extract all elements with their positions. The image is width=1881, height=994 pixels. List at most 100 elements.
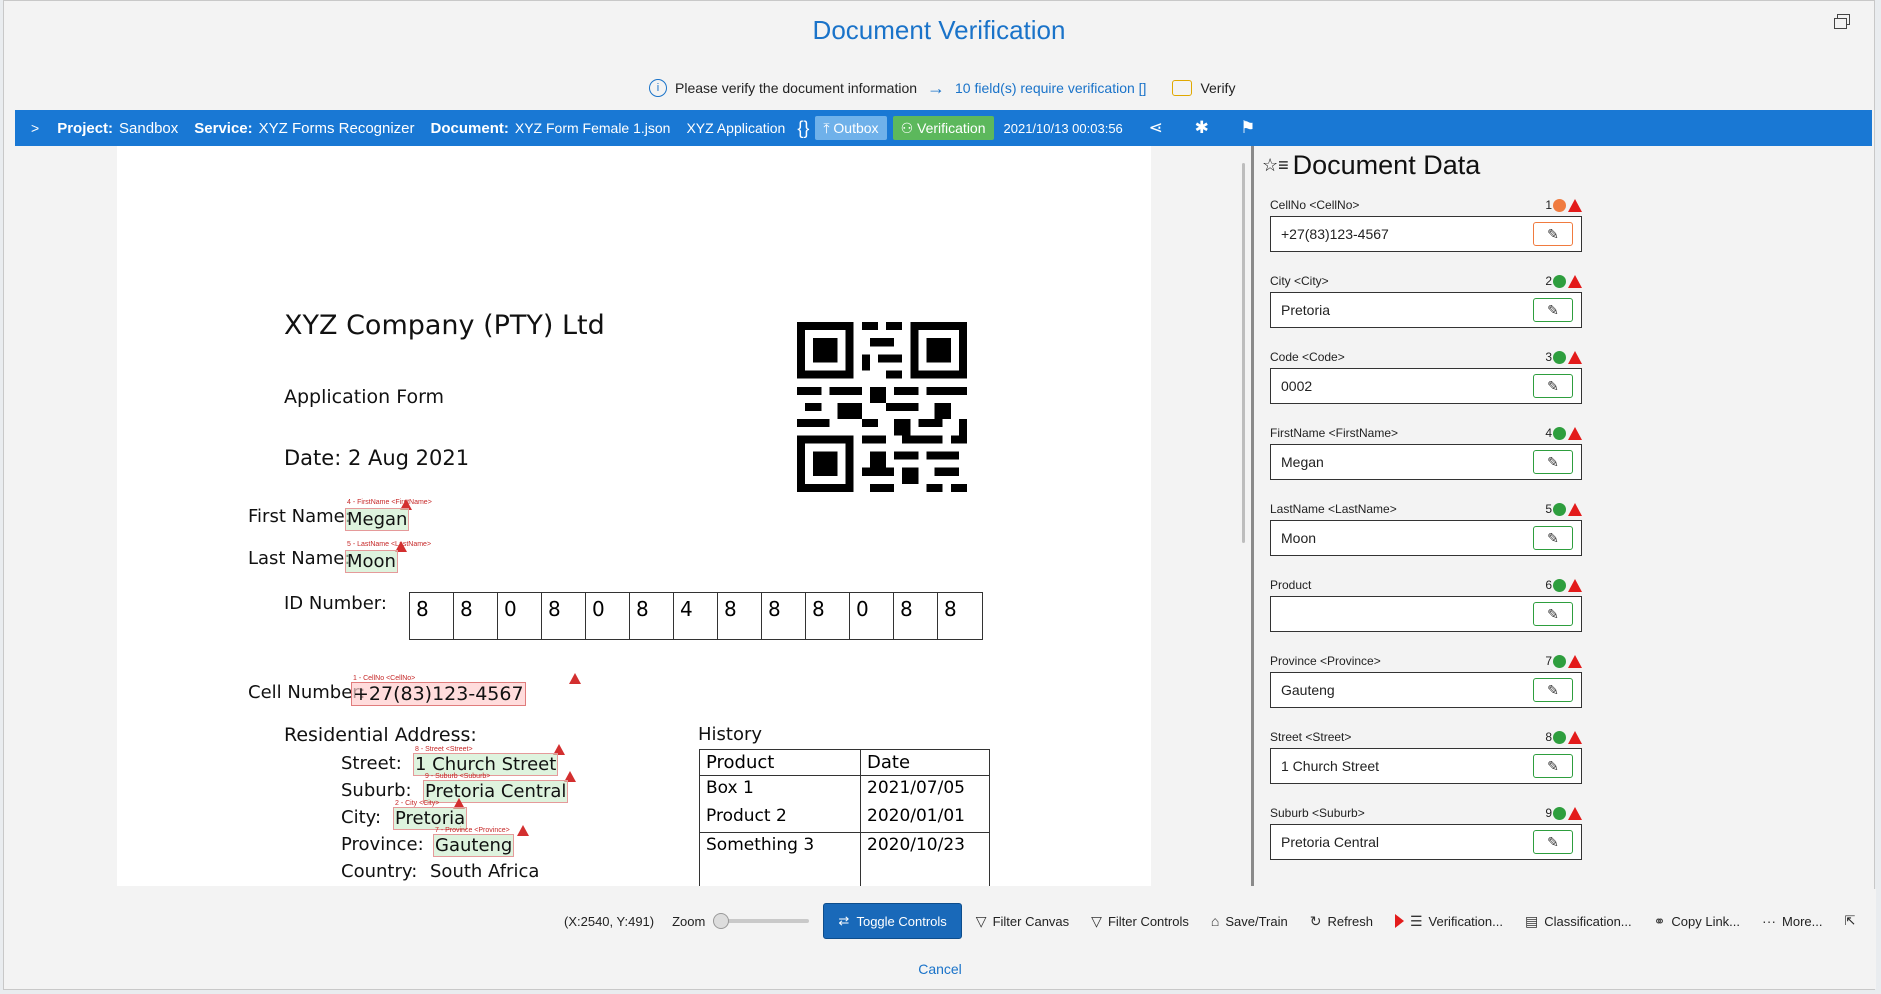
field-input[interactable]: Moon ✎ (1270, 520, 1582, 556)
field-code: Code <Code> 3 0002 ✎ (1270, 350, 1582, 404)
classification-menu-button[interactable]: ▤ Classification... (1525, 913, 1632, 930)
city-tag: 2 - City <City> (395, 800, 440, 807)
zoom-slider[interactable] (713, 913, 810, 929)
warning-icon (1568, 655, 1582, 668)
province-value[interactable]: Gauteng (433, 834, 515, 857)
save-train-button[interactable]: ⌂ Save/Train (1211, 913, 1288, 929)
field-label-row: Province <Province> 7 (1270, 654, 1582, 670)
document-canvas[interactable]: XYZ Company (PTY) Ltd Application Form D… (15, 146, 1235, 886)
history-row: Box 1 2021/07/05 (699, 775, 990, 804)
more-icon: ··· (1762, 913, 1777, 929)
document-label: Document: (430, 119, 509, 137)
form-title: Application Form (284, 386, 445, 408)
more-button[interactable]: ··· More... (1762, 913, 1822, 929)
pencil-icon[interactable]: ✎ (1533, 298, 1573, 322)
field-input[interactable]: +27(83)123-4567 ✎ (1270, 216, 1582, 252)
field-label-row: Code <Code> 3 (1270, 350, 1582, 366)
field-lastname: LastName <LastName> 5 Moon ✎ (1270, 502, 1582, 556)
copy-link-button[interactable]: ⚭ Copy Link... (1654, 913, 1740, 930)
cancel-button[interactable]: Cancel (4, 961, 1876, 977)
history-cell (860, 861, 990, 886)
graduation-cap-icon: ⌂ (1210, 913, 1220, 929)
verify-button[interactable]: Verify (1172, 80, 1235, 96)
open-external-icon[interactable]: ⇱ (1845, 913, 1856, 929)
filter-controls-button[interactable]: ▽ Filter Controls (1091, 913, 1189, 930)
outbox-badge[interactable]: ⤒ Outbox (815, 116, 887, 140)
zoom-slider-thumb[interactable] (713, 913, 730, 929)
pencil-icon[interactable]: ✎ (1533, 602, 1573, 626)
field-input[interactable]: 0002 ✎ (1270, 368, 1582, 404)
qr-code (797, 322, 967, 492)
pencil-icon[interactable]: ✎ (1533, 830, 1573, 854)
warning-icon (517, 825, 529, 836)
refresh-button[interactable]: ↻ Refresh (1310, 913, 1373, 930)
star-list-icon[interactable]: ☆≡ (1262, 155, 1289, 176)
field-product: Product 6 ✎ (1270, 578, 1582, 632)
link-icon: ⚭ (1653, 912, 1666, 929)
history-header: Product (699, 749, 861, 776)
field-input[interactable]: Megan ✎ (1270, 444, 1582, 480)
upload-icon: ⤒ (823, 119, 834, 136)
warning-icon (1568, 579, 1582, 592)
bug-icon[interactable]: ✱ (1189, 118, 1215, 138)
share-icon[interactable]: ⋖ (1143, 118, 1169, 138)
field-number: 7 (1545, 654, 1552, 668)
pencil-icon[interactable]: ✎ (1533, 526, 1573, 550)
history-title: History (698, 724, 763, 745)
project-label: Project: (57, 119, 114, 137)
history-cell: 2020/10/23 (860, 832, 990, 861)
chevron-right-icon[interactable]: > (31, 120, 39, 136)
restore-window-icon[interactable] (1834, 13, 1852, 29)
pencil-icon[interactable]: ✎ (1533, 450, 1573, 474)
field-label: LastName <LastName> (1270, 502, 1397, 516)
id-number-label: ID Number: (284, 593, 387, 614)
panel-title: Document Data (1292, 150, 1481, 180)
pencil-icon[interactable]: ✎ (1533, 374, 1573, 398)
document-search-icon: ▤ (1524, 912, 1539, 929)
flag-icon[interactable]: ⚑ (1235, 118, 1261, 138)
status-dot-icon (1553, 503, 1566, 516)
field-label: Product (1270, 578, 1312, 592)
field-firstname: FirstName <FirstName> 4 Megan ✎ (1270, 426, 1582, 480)
field-number: 9 (1545, 806, 1552, 820)
field-label: FirstName <FirstName> (1270, 426, 1399, 440)
field-label: Province <Province> (1270, 654, 1381, 668)
field-input[interactable]: Pretoria Central ✎ (1270, 824, 1582, 860)
first-name-value[interactable]: Megan (345, 508, 410, 531)
arrow-right-icon: → (927, 77, 946, 98)
json-braces-icon[interactable]: {} (797, 118, 809, 139)
field-label-row: FirstName <FirstName> 4 (1270, 426, 1582, 442)
panel-splitter[interactable] (1242, 163, 1245, 543)
verification-menu-button[interactable]: ☰ Verification... (1410, 913, 1503, 930)
address-label: Residential Address: (284, 724, 477, 746)
filter-icon: ▽ (975, 912, 987, 929)
field-input[interactable]: Pretoria ✎ (1270, 292, 1582, 328)
pencil-icon[interactable]: ✎ (1533, 678, 1573, 702)
warning-icon (1568, 503, 1582, 516)
field-input[interactable]: 1 Church Street ✎ (1270, 748, 1582, 784)
pencil-icon[interactable]: ✎ (1533, 754, 1573, 778)
filter-canvas-button[interactable]: ▽ Filter Canvas (976, 913, 1069, 930)
verification-badge[interactable]: ⚇ Verification (892, 116, 994, 140)
pencil-icon[interactable]: ✎ (1533, 222, 1573, 246)
user-check-icon: ⚇ (900, 119, 918, 136)
require-verification-link[interactable]: 10 field(s) require verification [] (955, 80, 1146, 96)
field-input[interactable]: ✎ (1270, 596, 1582, 632)
play-icon[interactable] (1394, 914, 1404, 928)
id-digit-cell: 8 (410, 593, 454, 639)
history-table: Product Date Box 1 2021/07/05 Product 2 202… (699, 749, 990, 886)
field-label: Code <Code> (1270, 350, 1345, 364)
last-name-value[interactable]: Moon (345, 550, 398, 573)
id-digit-cell: 4 (674, 593, 718, 639)
toggle-controls-button[interactable]: ⇄ Toggle Controls (823, 903, 962, 939)
filter-icon: ▽ (1091, 912, 1102, 929)
field-label-row: CellNo <CellNo> 1 (1270, 198, 1582, 214)
field-input[interactable]: Gauteng ✎ (1270, 672, 1582, 708)
status-dot-icon (1553, 427, 1566, 440)
id-digit-cell: 8 (806, 593, 850, 639)
cursor-coordinates: (X:2540, Y:491) (564, 913, 655, 929)
company-name: XYZ Company (PTY) Ltd (284, 310, 605, 341)
suburb-value[interactable]: Pretoria Central (423, 780, 569, 803)
cell-number-value[interactable]: +27(83)123-4567 (351, 682, 526, 706)
field-value: +27(83)123-4567 (1281, 226, 1389, 242)
